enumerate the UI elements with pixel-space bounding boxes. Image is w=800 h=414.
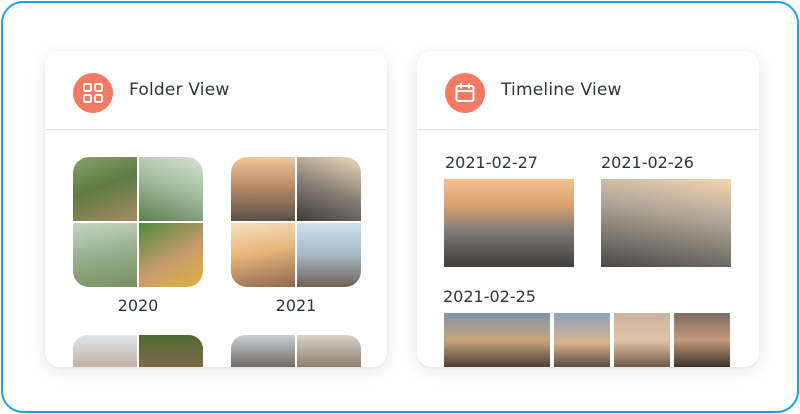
grid-icon	[73, 73, 113, 113]
timeline-date: 2021-02-27	[445, 153, 538, 172]
photo-thumbnail	[139, 335, 203, 367]
timeline-photo[interactable]	[601, 179, 731, 267]
timeline-photo[interactable]	[444, 179, 574, 267]
timeline-photo[interactable]	[444, 313, 550, 367]
photo-thumbnail	[73, 223, 137, 287]
photo-thumbnail	[297, 335, 361, 367]
timeline-view-card: Timeline View 2021-02-27 2021-02-26 2021…	[417, 51, 759, 367]
app-frame: Folder View 2020 2021 Timeline View 2021…	[1, 1, 799, 413]
photo-thumbnail	[231, 335, 295, 367]
photo-thumbnail	[139, 223, 203, 287]
timeline-date: 2021-02-25	[443, 287, 536, 306]
timeline-date: 2021-02-26	[601, 153, 694, 172]
album-partial[interactable]	[73, 335, 203, 367]
album-2021[interactable]: 2021	[231, 157, 361, 315]
album-thumbnail-grid	[231, 157, 361, 287]
timeline-view-header: Timeline View	[417, 51, 759, 130]
timeline-view-title: Timeline View	[501, 80, 622, 100]
photo-thumbnail	[139, 157, 203, 221]
album-thumbnail-grid	[73, 157, 203, 287]
photo-thumbnail	[231, 223, 295, 287]
photo-thumbnail	[297, 157, 361, 221]
photo-thumbnail	[73, 335, 137, 367]
album-label: 2020	[117, 296, 159, 315]
timeline-photo[interactable]	[614, 313, 670, 367]
photo-thumbnail	[73, 157, 137, 221]
album-2020[interactable]: 2020	[73, 157, 203, 315]
photo-thumbnail	[297, 223, 361, 287]
folder-view-title: Folder View	[129, 80, 230, 100]
timeline-photo[interactable]	[674, 313, 730, 367]
album-partial[interactable]	[231, 335, 361, 367]
album-label: 2021	[275, 296, 317, 315]
folder-view-header: Folder View	[45, 51, 387, 130]
timeline-photo[interactable]	[554, 313, 610, 367]
photo-thumbnail	[231, 157, 295, 221]
folder-view-card: Folder View 2020 2021	[45, 51, 387, 367]
calendar-icon	[445, 73, 485, 113]
